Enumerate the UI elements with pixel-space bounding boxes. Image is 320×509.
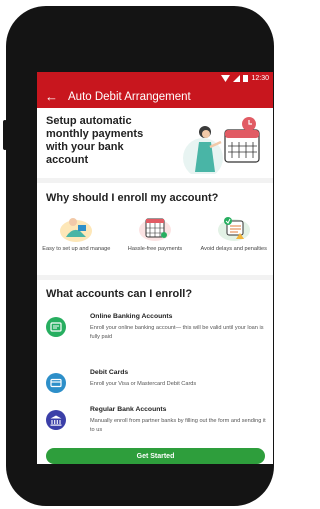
hero-text: Setup automatic monthly payments with yo… — [46, 115, 144, 166]
account-option-regular-bank[interactable]: Regular Bank Accounts Manually enroll fr… — [46, 406, 267, 446]
battery-icon — [243, 75, 249, 82]
account-name: Regular Bank Accounts — [90, 406, 167, 413]
person-relax-icon — [60, 218, 93, 242]
benefit-label: Hassle-free payments — [127, 246, 183, 252]
woman-calendar-illustration — [183, 117, 260, 174]
back-arrow-icon[interactable]: ← — [45, 90, 58, 103]
benefit-easy-setup: Easy to set up and manage — [37, 213, 116, 253]
volume-button — [3, 120, 7, 150]
bank-icon — [46, 410, 66, 430]
status-time: 12:30 — [251, 75, 269, 82]
account-description: Enroll your Visa or Mastercard Debit Car… — [90, 381, 197, 387]
account-name: Debit Cards — [90, 369, 129, 376]
benefit-label: Easy to set up and manage — [42, 246, 111, 252]
calendar-icon — [139, 218, 171, 241]
benefit-label: Avoid delays and penalties — [200, 246, 267, 252]
account-name: Online Banking Accounts — [90, 313, 173, 320]
account-description: Manually enroll from partner banks by fi… — [90, 418, 266, 433]
account-option-debit-card[interactable]: Debit Cards Enroll your Visa or Masterca… — [46, 369, 267, 409]
online-banking-icon — [46, 317, 66, 337]
why-title: Why should I enroll my account? — [46, 192, 219, 204]
account-description: Enroll your online banking account— this… — [90, 325, 264, 340]
hero-card: Setup automatic monthly payments with yo… — [37, 108, 273, 178]
app-screen: 12:30 ← Auto Debit Arrangement Setup aut… — [37, 72, 273, 464]
benefit-avoid-delays: Avoid delays and penalties — [194, 213, 273, 253]
account-option-online-banking[interactable]: Online Banking Accounts Enroll your onli… — [46, 313, 267, 353]
app-bar: ← Auto Debit Arrangement — [37, 85, 273, 108]
debit-card-icon — [46, 373, 66, 393]
signal-icon — [233, 75, 241, 82]
benefit-hassle-free: Hassle-free payments — [116, 213, 195, 253]
accounts-title: What accounts can I enroll? — [46, 288, 193, 300]
get-started-button[interactable]: Get Started — [46, 448, 265, 464]
wifi-icon — [221, 75, 231, 82]
accounts-section: What accounts can I enroll? Online Banki… — [37, 280, 273, 464]
page-title: Auto Debit Arrangement — [68, 90, 191, 103]
why-enroll-section: Why should I enroll my account? Easy to … — [37, 183, 273, 275]
calendar-check-icon — [217, 217, 250, 241]
status-bar: 12:30 — [37, 72, 273, 85]
